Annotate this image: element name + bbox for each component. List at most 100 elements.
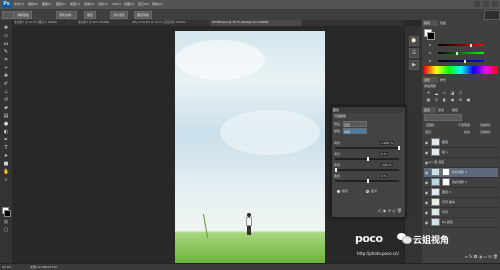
type-icon[interactable]: T (3, 146, 9, 151)
color-balance-icon[interactable]: ⚖ (434, 97, 439, 102)
tab-styles[interactable]: 样式 (438, 77, 454, 83)
visibility-eye-icon[interactable]: ◉ (424, 180, 429, 185)
opacity-value[interactable]: 100% (480, 123, 491, 127)
menu-select[interactable]: 选择(S) (84, 2, 94, 6)
fill-value[interactable]: 100% (480, 130, 491, 134)
gradient-icon[interactable]: ▤ (3, 114, 9, 119)
layer-row[interactable]: ◉ 背景 副本 (424, 198, 498, 208)
trash-icon[interactable]: 🗑 (397, 208, 402, 213)
menu-file[interactable]: 文件(F) (14, 2, 24, 6)
slider-value-magenta[interactable]: 0 % (380, 152, 388, 156)
vibrance-icon[interactable]: ▽ (458, 90, 463, 95)
layer-row[interactable]: ◉ Bg 颜色 (424, 218, 498, 228)
maximize-icon[interactable] (483, 1, 489, 7)
layer-row-selected[interactable]: ◉ 色彩调整 1 (424, 168, 498, 178)
menu-window[interactable]: 窗口(W) (138, 2, 149, 6)
slider-magenta[interactable] (335, 157, 399, 161)
layer-row[interactable]: ◉ 图层 (424, 138, 498, 148)
crop-icon[interactable]: ⌗ (3, 58, 9, 63)
zoom-level[interactable]: 25.4% (2, 265, 12, 269)
menu-view[interactable]: 视图(V) (124, 2, 134, 6)
dodge-icon[interactable]: ◐ (3, 130, 9, 135)
trash-icon[interactable]: 🗑 (493, 254, 498, 259)
lasso-icon[interactable]: ᔕ (3, 42, 9, 47)
eraser-icon[interactable]: ▰ (3, 106, 9, 111)
slider-value-yellow[interactable]: -100 % (380, 163, 393, 167)
tab-paths[interactable]: 路径 (450, 107, 464, 113)
visibility-eye-icon[interactable]: ◉ (424, 140, 429, 145)
visibility-eye-icon[interactable]: ◉ (424, 170, 429, 175)
slider-knob-magenta[interactable] (367, 157, 369, 161)
layer-mask-button[interactable]: 图层蒙版 (134, 11, 153, 19)
hand-icon[interactable]: ✋ (3, 170, 9, 175)
radio-absolute[interactable] (366, 190, 369, 193)
layer-row[interactable]: ◉ 背景 (424, 208, 498, 218)
close-icon[interactable] (492, 1, 498, 7)
slider-b[interactable] (438, 60, 484, 63)
visibility-eye-icon[interactable]: ◉ (424, 190, 429, 195)
layer-row[interactable]: ◉▸▭ 组 选区 (424, 158, 498, 168)
minimize-icon[interactable] (474, 1, 480, 7)
layer-filter-select[interactable] (424, 114, 462, 121)
history-brush-icon[interactable]: ↺ (3, 98, 9, 103)
visibility-eye-icon[interactable]: ◉ (424, 150, 429, 155)
workspace-select[interactable] (484, 10, 500, 20)
layer-row[interactable]: ◉ 图层 1 (424, 188, 498, 198)
color-lookup-icon[interactable]: ▣ (466, 97, 471, 102)
visibility-eye-icon[interactable]: ◉ (424, 210, 429, 215)
color-spectrum[interactable] (424, 66, 498, 74)
slider-knob-black[interactable] (367, 179, 369, 183)
slider-black[interactable] (335, 179, 399, 183)
brightness-icon[interactable]: ☀ (426, 90, 431, 95)
menu-image[interactable]: 图像(I) (42, 2, 51, 6)
pen-icon[interactable]: ✒ (3, 138, 9, 143)
slider-value-cyan[interactable]: +100 % (380, 141, 395, 145)
tab-swatches[interactable]: 色板 (438, 20, 454, 26)
slider-knob-b[interactable] (464, 60, 467, 63)
visibility-eye-icon[interactable]: ◉ (424, 200, 429, 205)
visibility-eye-icon[interactable]: ◉ (424, 220, 429, 225)
preset-select[interactable]: 自定 (343, 121, 368, 127)
quick-select-icon[interactable]: ✎ (3, 50, 9, 55)
blur-icon[interactable]: ● (3, 122, 9, 127)
menu-filter[interactable]: 滤镜(T) (98, 2, 108, 6)
history-panel-icon[interactable]: ⌚ (409, 36, 419, 46)
tab-channels[interactable]: 通道 (436, 107, 450, 113)
layer-row[interactable]: ◉ 色彩调整 2 (424, 178, 498, 188)
properties-panel-icon[interactable]: ☰ (409, 48, 419, 58)
tab-adjustments[interactable]: 调整 (422, 77, 438, 83)
levels-icon[interactable]: ▂ (434, 90, 439, 95)
marquee-icon[interactable]: ▭ (3, 34, 9, 39)
tab-layers[interactable]: 图层 (422, 107, 436, 113)
stamp-icon[interactable]: ⊥ (3, 90, 9, 95)
antialias-checkbox[interactable]: 消除锯齿 (14, 11, 33, 19)
shape-icon[interactable]: ■ (3, 162, 9, 167)
refine-edge-button[interactable]: 调整边缘... (56, 11, 77, 19)
hue-sat-icon[interactable]: ▦ (426, 97, 431, 102)
tab-color[interactable]: 颜色 (422, 20, 438, 26)
exposure-icon[interactable]: ◪ (450, 90, 455, 95)
slider-r[interactable] (438, 44, 484, 47)
slider-yellow[interactable] (335, 168, 399, 172)
photo-filter-icon[interactable]: ◉ (450, 97, 455, 102)
layer-mask-thumbnail[interactable] (442, 168, 450, 176)
color-bg-preview[interactable] (427, 32, 435, 40)
slider-knob-cyan[interactable] (398, 146, 400, 150)
slider-cyan[interactable] (335, 146, 400, 150)
healing-icon[interactable]: ✚ (3, 74, 9, 79)
colors-select[interactable]: 青色 (343, 128, 368, 134)
slider-g[interactable] (438, 52, 484, 55)
zoom-icon[interactable]: ⌕ (3, 178, 9, 183)
path-select-icon[interactable]: ➤ (3, 154, 9, 159)
blend-mode-select[interactable]: 正常 (425, 123, 436, 127)
actions-panel-icon[interactable]: ▶ (409, 60, 419, 70)
menu-help[interactable]: 帮助(H) (152, 2, 163, 6)
slider-value-black[interactable]: 0 % (380, 174, 388, 178)
slider-knob-g[interactable] (455, 52, 458, 55)
menu-edit[interactable]: 编辑(E) (28, 2, 38, 6)
target-selection-button[interactable]: 目标选区 (110, 11, 129, 19)
curves-icon[interactable]: ∿ (442, 90, 447, 95)
eyedropper-icon[interactable]: ⌿ (3, 66, 9, 71)
quick-mask-icon[interactable]: ◎ (3, 220, 9, 225)
slider-knob-r[interactable] (469, 44, 472, 47)
